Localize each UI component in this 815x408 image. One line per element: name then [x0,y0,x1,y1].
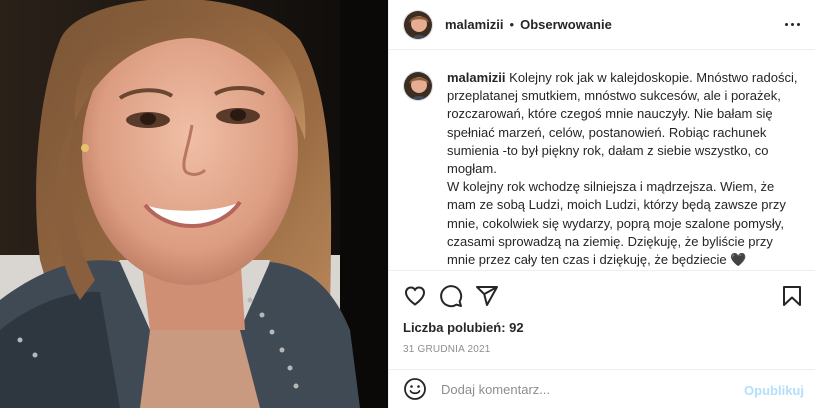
post-author-username[interactable]: malamizii [445,17,504,32]
comment-input[interactable] [441,381,741,397]
avatar-image [404,72,432,100]
share-icon[interactable] [475,284,499,308]
more-options-icon[interactable] [780,14,804,34]
comment-bar: Opublikuj [389,369,815,408]
caption-text: malamizii Kolejny rok jak w kalejdoskopi… [447,69,802,269]
instagram-post: malamizii • Obserwowanie malamizii Kolej… [0,0,815,408]
caption-avatar[interactable] [403,71,433,101]
comment-icon[interactable] [439,284,463,308]
post-header: malamizii • Obserwowanie [389,0,815,50]
post-date[interactable]: 31 GRUDNIA 2021 [403,344,491,355]
caption-section: malamizii Kolejny rok jak w kalejdoskopi… [389,51,815,269]
post-photo[interactable] [0,0,388,408]
bookmark-icon[interactable] [780,284,804,308]
following-button[interactable]: Obserwowanie [520,17,612,32]
post-image [0,0,388,408]
post-side-panel: malamizii • Obserwowanie malamizii Kolej… [388,0,815,408]
action-bar [389,270,815,318]
avatar-image [404,10,432,39]
caption-body: Kolejny rok jak w kalejdoskopie. Mnóstwo… [447,70,798,268]
publish-button[interactable]: Opublikuj [744,383,804,398]
caption-username[interactable]: malamizii [447,70,506,85]
likes-count[interactable]: Liczba polubień: 92 [403,320,524,335]
heart-icon[interactable] [403,284,427,308]
avatar[interactable] [403,9,433,40]
header-separator: • [509,17,515,32]
emoji-icon[interactable] [403,377,427,401]
